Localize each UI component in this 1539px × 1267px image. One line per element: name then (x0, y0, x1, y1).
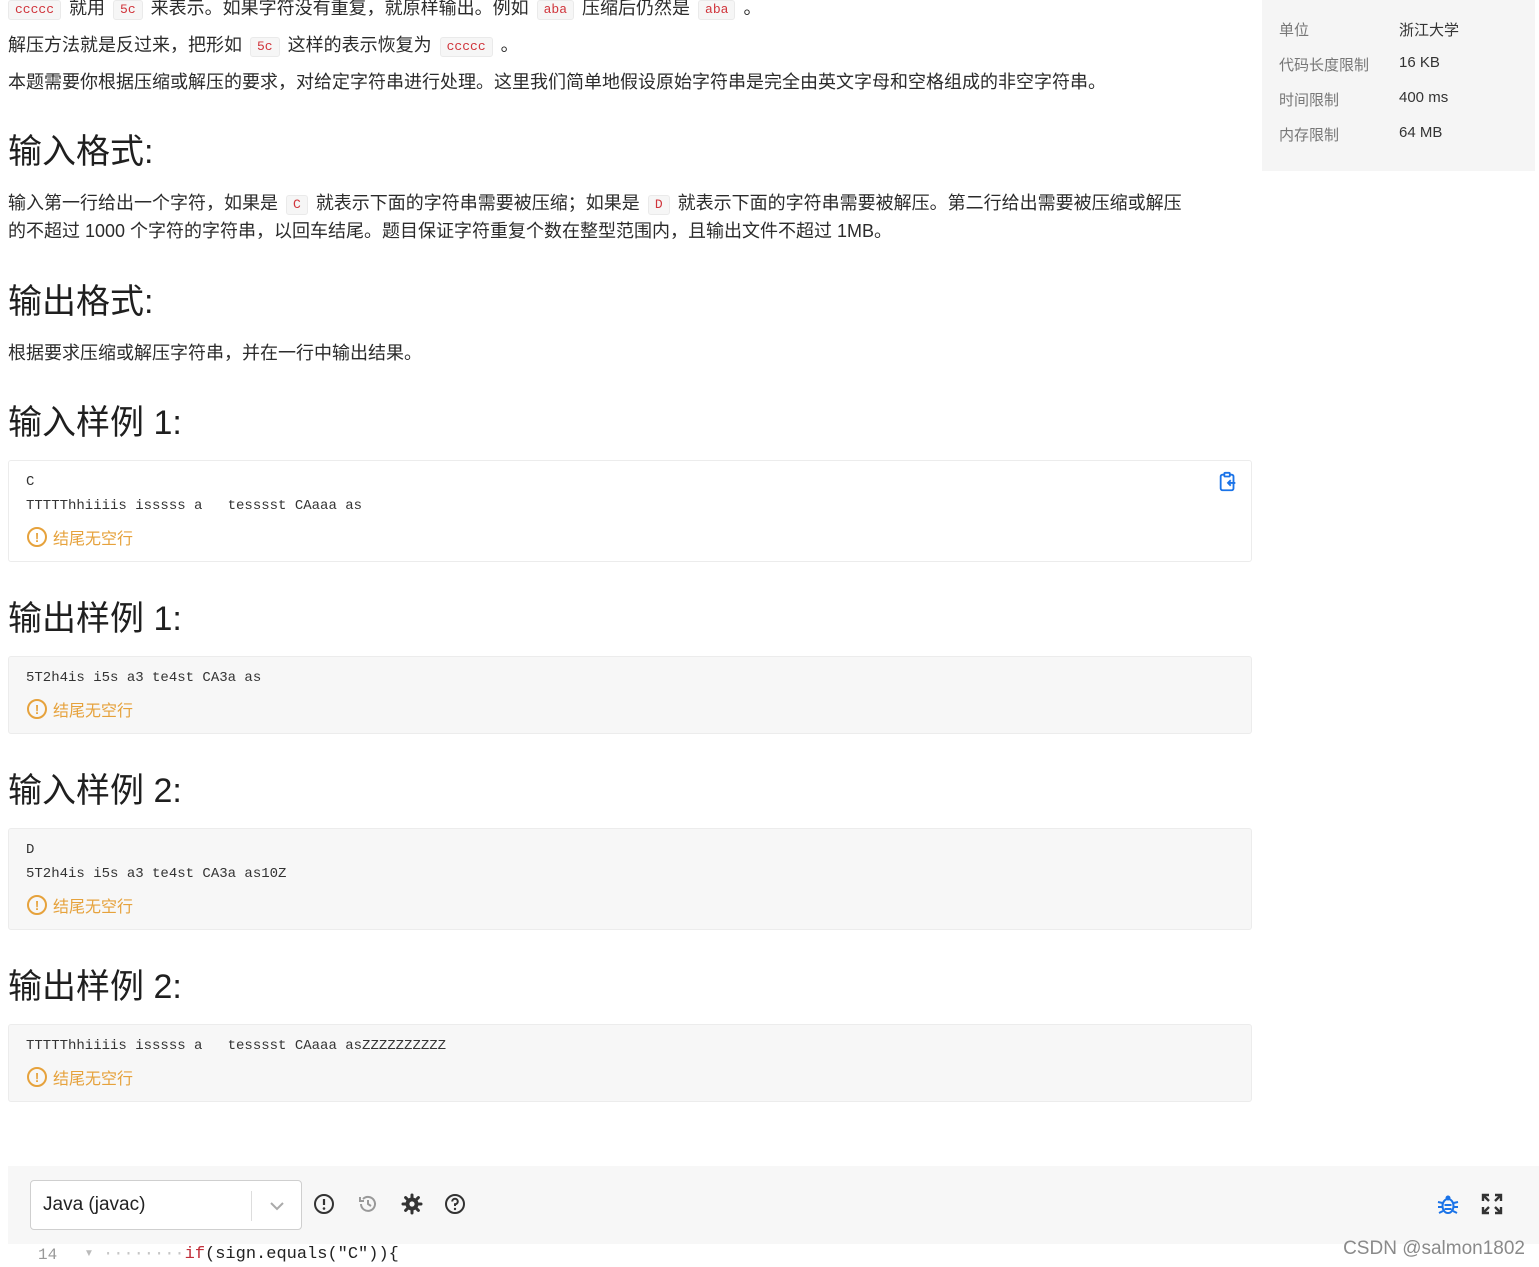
sample-output-1-box: 5T2h4is i5s a3 te4st CA3a as ! 结尾无空行 (8, 656, 1252, 734)
code-text: ········if(sign.equals("C")){ (103, 1245, 399, 1264)
sample-heading: 输入样例 1: (8, 404, 182, 442)
divider (251, 1191, 252, 1221)
line-number: 14 (38, 1246, 58, 1264)
info-row: 代码长度限制 16 KB (1279, 54, 1440, 75)
description-line-2: 解压方法就是反过来，把形如 5c 这样的表示恢复为 ccccc 。 (8, 31, 519, 59)
output-format-text: 根据要求压缩或解压字符串，并在一行中输出结果。 (8, 343, 422, 363)
info-key: 内存限制 (1279, 127, 1340, 144)
output-format-heading: 输出格式: (8, 283, 154, 321)
sample-content[interactable]: 5T2h4is i5s a3 te4st CA3a as (26, 666, 261, 690)
text: 。 (500, 35, 519, 55)
sample-heading: 输入样例 2: (8, 772, 182, 810)
inline-code: aba (698, 0, 736, 20)
inline-code: ccccc (8, 0, 62, 20)
inline-code: ccccc (439, 37, 493, 57)
keyword: if (184, 1245, 206, 1264)
sample-content[interactable]: TTTTThhiiiis isssss a tesssst CAaaa asZZ… (26, 1034, 446, 1058)
inline-code: 5c (113, 0, 143, 20)
info-value: 64 MB (1399, 124, 1443, 141)
sample-input-1-box: C TTTTThhiiiis isssss a tesssst CAaaa as… (8, 460, 1252, 562)
note-text: 结尾无空行 (53, 531, 134, 548)
info-value: 16 KB (1399, 54, 1440, 71)
text: 就用 (69, 0, 106, 18)
description-line-1: ccccc 就用 5c 来表示。如果字符没有重复，就原样输出。例如 aba 压缩后仍然是 a… (8, 0, 761, 22)
code-line[interactable]: 14 ▼ ········if(sign.equals("C")){ (8, 1244, 1539, 1267)
text: 就表示下面的字符串需要被解压。第二行给出需要被压缩或解压 (677, 193, 1182, 213)
watermark: CSDN @salmon1802 (1343, 1238, 1525, 1259)
inline-code: aba (536, 0, 575, 20)
no-trailing-newline-note: ! 结尾无空行 (27, 1065, 133, 1089)
no-trailing-newline-note: ! 结尾无空行 (27, 525, 133, 549)
no-trailing-newline-note: ! 结尾无空行 (27, 697, 133, 721)
info-value: 浙江大学 (1399, 22, 1460, 39)
input-format-line-1: 输入第一行给出一个字符，如果是 C 就表示下面的字符串需要被压缩；如果是 D 就表示下面… (8, 189, 1182, 217)
note-text: 结尾无空行 (53, 1071, 134, 1088)
inline-code: D (647, 195, 670, 215)
sample-heading: 输出样例 1: (8, 600, 182, 638)
input-format-line-2: 的不超过 1000 个字符的字符串，以回车结尾。题目保证字符重复个数在整型范围内… (8, 221, 893, 241)
text: 。 (743, 0, 762, 18)
description-line-3: 本题需要你根据压缩或解压的要求，对给定字符串进行处理。这里我们简单地假设原始字符… (8, 72, 1106, 92)
text: 来表示。如果字符没有重复，就原样输出。例如 (150, 0, 529, 18)
info-value: 400 ms (1399, 89, 1449, 106)
info-row: 内存限制 64 MB (1279, 124, 1442, 145)
text: 就表示下面的字符串需要被压缩；如果是 (315, 193, 640, 213)
text: 解压方法就是反过来，把形如 (8, 35, 242, 55)
note-text: 结尾无空行 (53, 703, 134, 720)
info-key: 时间限制 (1279, 92, 1340, 109)
fold-toggle-icon[interactable]: ▼ (84, 1248, 94, 1259)
help-icon[interactable] (443, 1192, 467, 1216)
sample-heading: 输出样例 2: (8, 968, 182, 1006)
chevron-down-icon (270, 1202, 284, 1211)
copy-icon[interactable] (1217, 471, 1239, 493)
debug-icon[interactable] (1436, 1192, 1460, 1216)
sample-input-2-box: D 5T2h4is i5s a3 te4st CA3a as10Z ! 结尾无空行 (8, 828, 1252, 930)
sample-content[interactable]: D 5T2h4is i5s a3 te4st CA3a as10Z (26, 838, 286, 886)
info-row: 单位 浙江大学 (1279, 19, 1459, 40)
text: 这样的表示恢复为 (287, 35, 432, 55)
text: 输入第一行给出一个字符，如果是 (8, 193, 278, 213)
note-text: 结尾无空行 (53, 899, 134, 916)
problem-info-panel: 单位 浙江大学 代码长度限制 16 KB 时间限制 400 ms 内存限制 64 MB (1262, 0, 1535, 171)
history-icon[interactable] (356, 1192, 380, 1216)
warning-icon: ! (27, 699, 47, 719)
sample-content[interactable]: C TTTTThhiiiis isssss a tesssst CAaaa as (26, 470, 362, 518)
info-key: 单位 (1279, 22, 1310, 39)
warning-icon: ! (27, 527, 47, 547)
info-icon[interactable] (312, 1192, 336, 1216)
language-select-value: Java (javac) (43, 1194, 146, 1215)
inline-code: C (286, 195, 308, 215)
sample-output-2-box: TTTTThhiiiis isssss a tesssst CAaaa asZZ… (8, 1024, 1252, 1102)
warning-icon: ! (27, 1067, 47, 1087)
gear-icon[interactable] (400, 1192, 424, 1216)
code-rest: (sign.equals("C")){ (205, 1245, 399, 1264)
no-trailing-newline-note: ! 结尾无空行 (27, 893, 133, 917)
inline-code: 5c (250, 37, 280, 57)
indent-guides: ········ (103, 1245, 185, 1264)
fullscreen-icon[interactable] (1480, 1192, 1504, 1216)
info-key: 代码长度限制 (1279, 57, 1370, 74)
language-select[interactable]: Java (javac) (30, 1180, 302, 1230)
input-format-heading: 输入格式: (8, 133, 154, 171)
warning-icon: ! (27, 895, 47, 915)
text: 压缩后仍然是 (582, 0, 691, 18)
code-editor: Java (javac) 14 ▼ ········if(sign.equals… (8, 1166, 1539, 1267)
info-row: 时间限制 400 ms (1279, 89, 1448, 110)
